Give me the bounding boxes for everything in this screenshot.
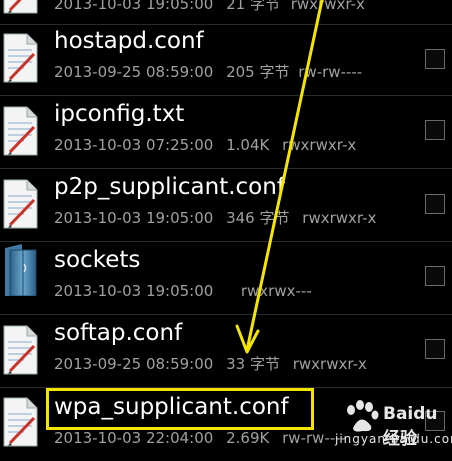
file-list: 2013-10-03 19:05:00 21 字节 rwxrwxr-x host…	[0, 0, 452, 456]
file-date: 2013-10-03 07:25:00	[54, 136, 214, 154]
text-file-icon	[3, 325, 38, 375]
file-date: 2013-09-25 08:59:00	[54, 63, 214, 81]
file-permissions: rwxrwxr-x	[282, 136, 357, 154]
file-size: 2.69K	[226, 429, 270, 447]
text-file-icon	[3, 33, 38, 83]
file-size: 1.04K	[226, 136, 270, 154]
file-meta: 2013-10-03 07:25:00 1.04K rwxrwxr-x	[54, 136, 356, 154]
row-divider	[0, 168, 452, 169]
folder-icon	[5, 244, 37, 296]
file-row[interactable]: hostapd.conf 2013-09-25 08:59:00 205 字节 …	[0, 24, 452, 96]
text-file-icon	[3, 106, 38, 156]
file-size: 346 字节	[226, 209, 290, 227]
row-divider	[0, 95, 452, 96]
file-meta: 2013-09-25 08:59:00 205 字节 rw-rw----	[54, 63, 362, 81]
file-name: hostapd.conf	[54, 28, 204, 54]
file-permissions: rwxrwxr-x	[290, 0, 365, 13]
folder-meta: 2013-10-03 19:05:00 rwxrwx---	[54, 282, 312, 300]
folder-date: 2013-10-03 19:05:00	[54, 282, 214, 300]
file-size: 21 字节	[226, 0, 280, 13]
file-date: 2013-09-25 08:59:00	[54, 355, 214, 373]
file-size: 33 字节	[226, 355, 280, 373]
file-meta: 2013-09-25 08:59:00 33 字节 rwxrwxr-x	[54, 355, 367, 373]
file-row[interactable]: softap.conf 2013-09-25 08:59:00 33 字节 rw…	[0, 316, 452, 388]
file-size: 205 字节	[226, 63, 290, 81]
file-meta: 2013-10-03 19:05:00 346 字节 rwxrwxr-x	[54, 209, 376, 227]
file-row[interactable]: 2013-10-03 19:05:00 21 字节 rwxrwxr-x	[0, 0, 452, 25]
file-permissions: rwxrwxr-x	[302, 209, 377, 227]
file-name: ipconfig.txt	[54, 101, 185, 127]
file-date: 2013-10-03 19:05:00	[54, 209, 214, 227]
file-name: wpa_supplicant.conf	[54, 394, 289, 420]
file-meta: 2013-10-03 22:04:00 2.69K rw-rw----	[54, 429, 346, 447]
folder-row[interactable]: sockets 2013-10-03 19:05:00 rwxrwx---	[0, 243, 452, 315]
select-checkbox[interactable]	[425, 120, 445, 140]
file-permissions: rw-rw----	[298, 63, 363, 81]
file-permissions: rw-rw----	[282, 429, 347, 447]
text-file-icon	[3, 179, 38, 229]
file-meta: 2013-10-03 19:05:00 21 字节 rwxrwxr-x	[54, 0, 365, 13]
file-date: 2013-10-03 22:04:00	[54, 429, 214, 447]
select-checkbox[interactable]	[425, 411, 445, 431]
text-file-icon	[3, 0, 38, 14]
select-checkbox[interactable]	[425, 194, 445, 214]
folder-permissions: rwxrwx---	[240, 282, 312, 300]
file-permissions: rwxrwxr-x	[292, 355, 367, 373]
row-divider	[0, 387, 452, 388]
row-divider	[0, 241, 452, 242]
file-name: softap.conf	[54, 320, 183, 346]
select-checkbox[interactable]	[425, 49, 445, 69]
select-checkbox[interactable]	[425, 339, 445, 359]
select-checkbox[interactable]	[425, 266, 445, 286]
row-divider	[0, 314, 452, 315]
folder-name: sockets	[54, 247, 141, 273]
file-date: 2013-10-03 19:05:00	[54, 0, 214, 13]
file-row[interactable]: wpa_supplicant.conf 2013-10-03 22:04:00 …	[0, 389, 452, 461]
file-row[interactable]: ipconfig.txt 2013-10-03 07:25:00 1.04K r…	[0, 97, 452, 169]
file-name: p2p_supplicant.conf	[54, 174, 285, 200]
file-row[interactable]: p2p_supplicant.conf 2013-10-03 19:05:00 …	[0, 170, 452, 242]
text-file-icon	[3, 397, 38, 447]
